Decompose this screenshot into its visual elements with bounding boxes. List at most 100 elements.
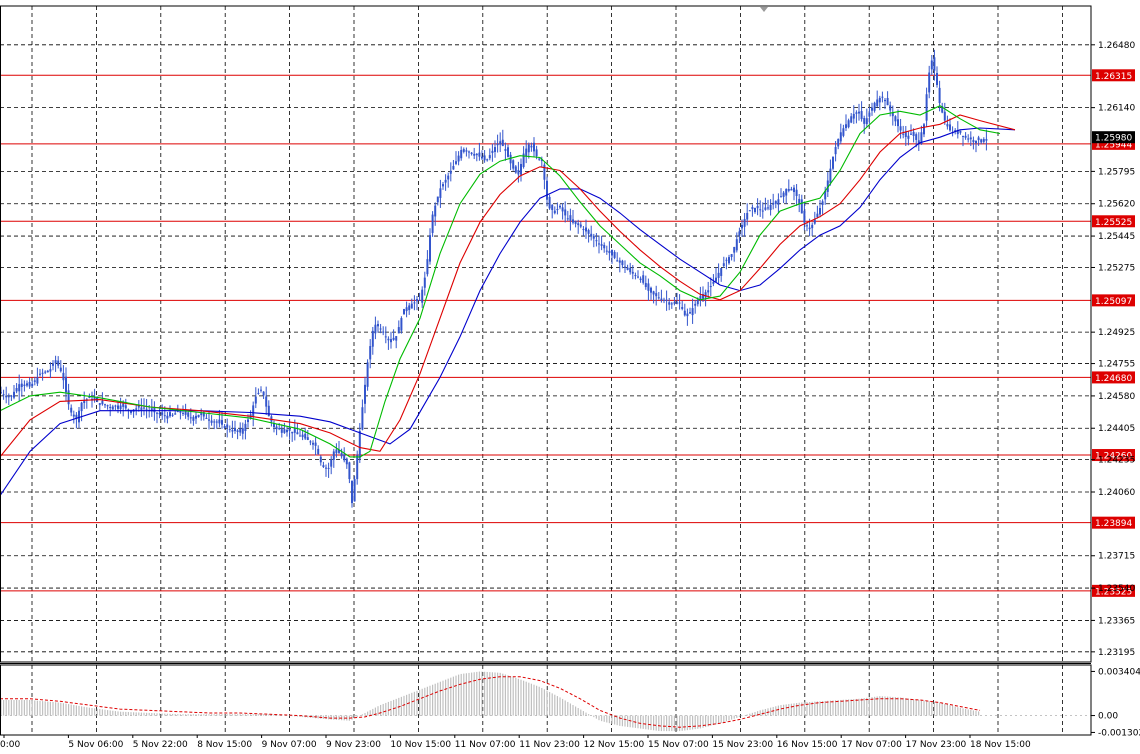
candle-body <box>387 338 390 341</box>
candle-body <box>611 249 613 256</box>
candle-body <box>330 459 333 467</box>
candle-body <box>577 223 580 226</box>
candle-body <box>504 149 507 151</box>
candle-body <box>626 267 629 270</box>
candle-body <box>18 384 21 392</box>
candle-body <box>434 205 437 217</box>
candle-body <box>725 259 728 261</box>
candle-body <box>600 244 603 246</box>
y-tick-label: 1.24580 <box>1098 392 1135 402</box>
candle-body <box>676 302 678 304</box>
candle-body <box>410 303 413 309</box>
candle-body <box>408 305 411 311</box>
sub-y-tick-label: 0.00 <box>1098 712 1118 722</box>
candle-body <box>533 142 535 152</box>
candle-body <box>288 428 291 431</box>
candle-body <box>395 336 398 341</box>
candle-body <box>221 420 223 425</box>
forex-chart[interactable]: 1.263151.259441.255251.250971.246801.242… <box>0 0 1140 754</box>
candle-body <box>795 189 798 197</box>
candle-body <box>704 292 707 298</box>
candle-body <box>65 376 67 393</box>
x-tick-label: 15 Nov 23:00 <box>712 740 773 750</box>
candle-body <box>322 465 325 467</box>
candle-body <box>777 199 780 205</box>
candle-body <box>317 448 320 455</box>
level-tag-label: 1.26315 <box>1095 72 1132 82</box>
candle-body <box>709 286 712 288</box>
candle-body <box>681 306 684 309</box>
candle-body <box>200 413 203 416</box>
candle-body <box>899 126 902 131</box>
candle-body <box>798 198 801 203</box>
candle-body <box>327 467 330 469</box>
candle-body <box>546 180 548 200</box>
level-tag-label: 1.24680 <box>1095 374 1132 384</box>
candle-body <box>299 435 301 437</box>
candle-body <box>598 243 600 245</box>
candle-body <box>728 257 730 264</box>
candle-body <box>494 147 496 152</box>
candle-body <box>475 153 478 156</box>
candle-body <box>158 412 161 415</box>
candle-body <box>257 392 260 394</box>
candle-body <box>748 210 751 212</box>
candle-body <box>564 209 567 216</box>
candle-body <box>650 287 652 293</box>
candle-body <box>590 233 593 237</box>
candle-body <box>858 111 860 114</box>
candle-body <box>845 124 847 129</box>
candle-body <box>967 138 970 140</box>
level-tag: 1.24680 <box>1092 371 1135 384</box>
candle-body <box>205 417 208 419</box>
candle-body <box>782 192 785 197</box>
level-tag: 1.26315 <box>1092 69 1135 82</box>
candle-body <box>689 312 691 314</box>
candle-body <box>923 124 925 135</box>
candle-body <box>964 135 967 138</box>
current-price-tag: 1.25980 <box>1092 131 1135 144</box>
candle-body <box>426 259 429 275</box>
candle-body <box>452 166 455 170</box>
candle-body <box>392 337 395 340</box>
candle-body <box>816 213 819 218</box>
candle-body <box>949 124 951 131</box>
x-tick-label: 8 Nov 15:00 <box>197 740 252 750</box>
candle-body <box>145 408 148 410</box>
candle-body <box>780 196 782 198</box>
candle-body <box>473 153 476 156</box>
candle-body <box>514 166 517 173</box>
candle-body <box>239 428 242 433</box>
candle-body <box>465 150 468 152</box>
candle-body <box>403 309 405 315</box>
y-tick-label: 1.25445 <box>1098 232 1135 242</box>
candle-body <box>574 220 577 224</box>
candle-body <box>733 247 736 253</box>
candle-body <box>117 405 119 409</box>
candle-body <box>59 367 62 372</box>
y-tick-label: 1.24405 <box>1098 424 1135 434</box>
candle-body <box>556 209 559 211</box>
candle-body <box>44 371 47 373</box>
candle-body <box>605 250 608 252</box>
candle-body <box>218 419 221 424</box>
candle-body <box>418 299 421 301</box>
candle-body <box>865 118 868 125</box>
x-tick-label: 11 Nov 23:00 <box>519 740 580 750</box>
y-tick-label: 1.23715 <box>1098 552 1135 562</box>
candle-body <box>660 298 663 301</box>
candle-body <box>31 383 34 387</box>
candle-body <box>907 135 910 139</box>
candle-body <box>694 303 697 306</box>
candle-body <box>7 396 10 398</box>
candle-body <box>624 266 626 268</box>
y-tick-label: 1.23195 <box>1098 648 1135 658</box>
level-tag: 1.23894 <box>1092 516 1135 529</box>
candle-body <box>439 188 442 198</box>
candle-body <box>772 202 775 205</box>
candle-body <box>507 147 509 157</box>
candle-body <box>280 429 283 433</box>
candle-body <box>608 250 611 254</box>
candle-body <box>850 116 853 123</box>
candle-body <box>774 201 777 204</box>
